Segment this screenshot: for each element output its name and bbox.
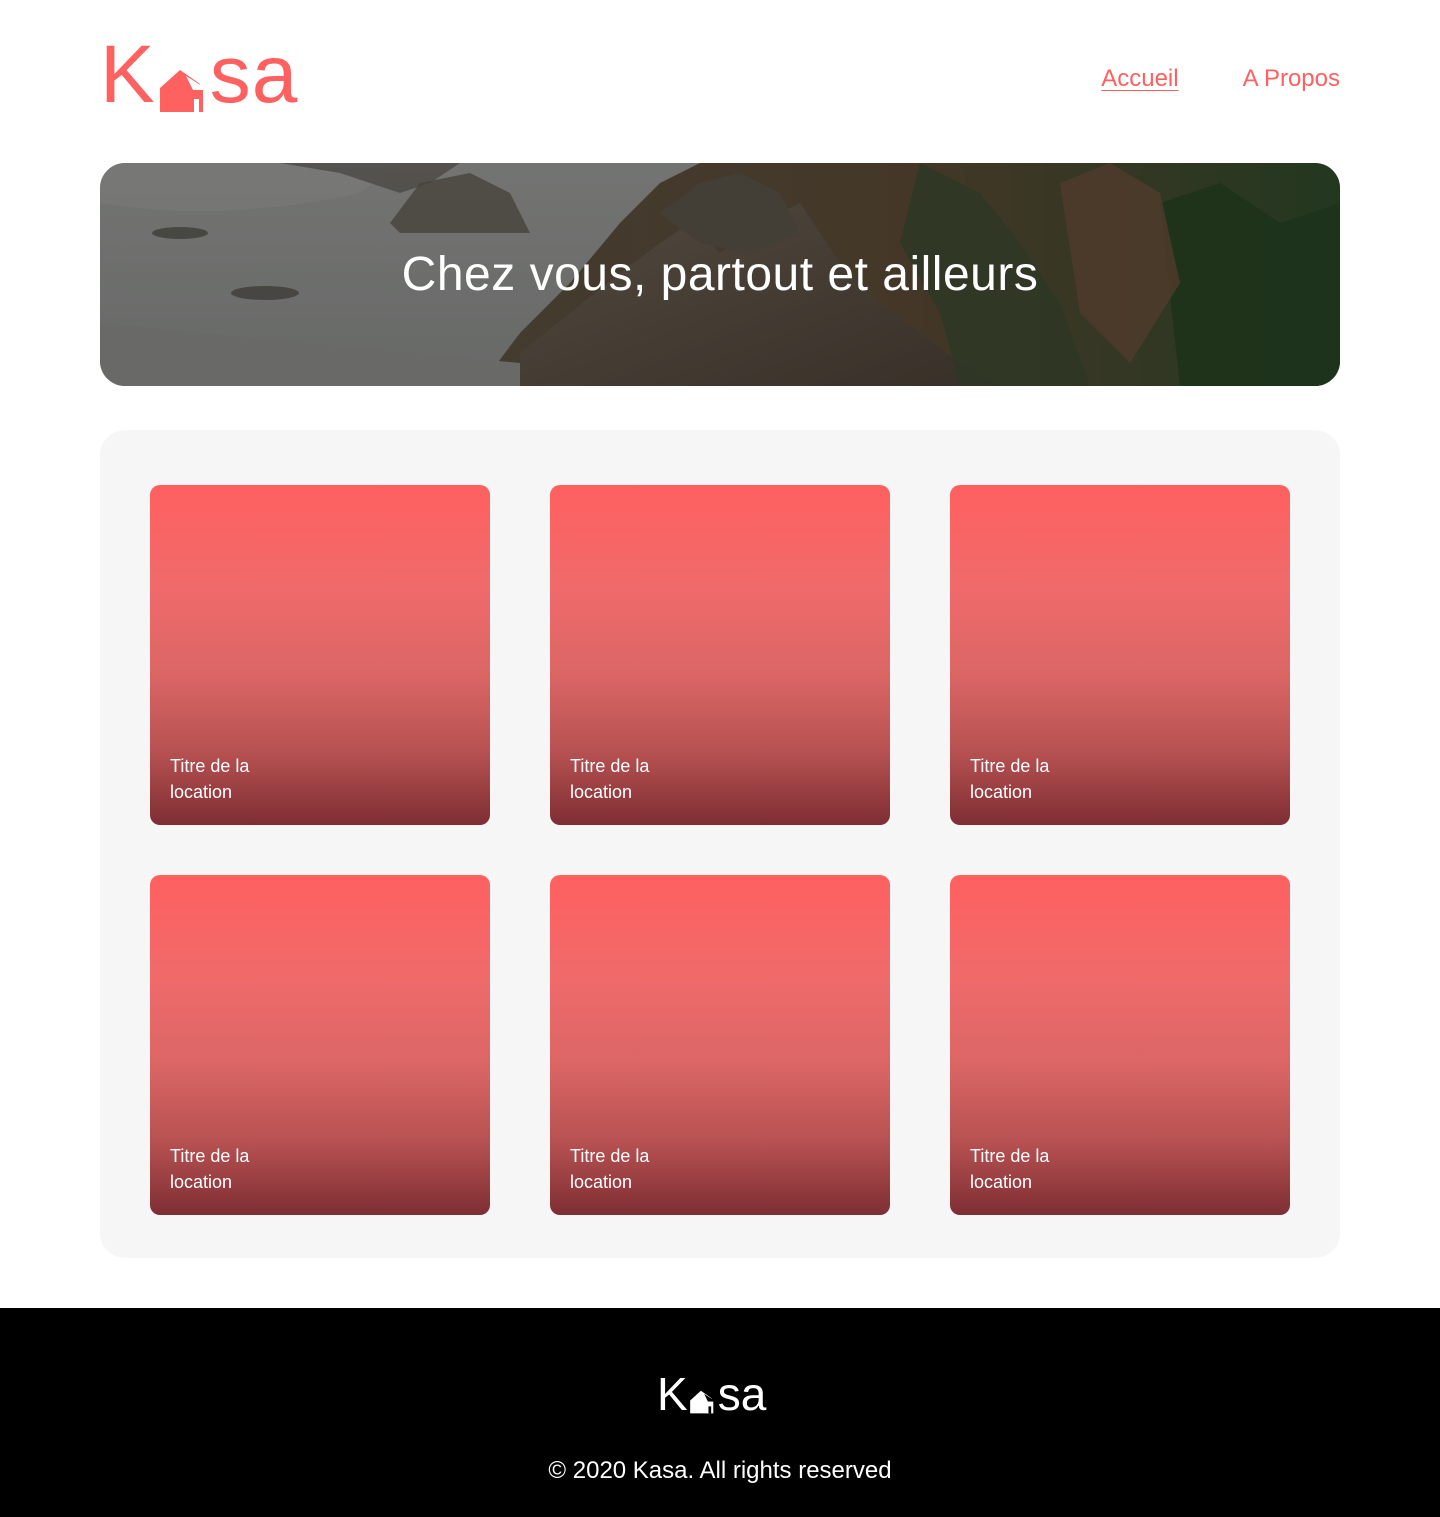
listing-card[interactable]: Titre de la location [150, 875, 490, 1215]
listings-gallery: Titre de la location Titre de la locatio… [100, 430, 1340, 1258]
listing-card-title: Titre de la location [570, 756, 650, 802]
footer-logo-letters-sa: sa [717, 1368, 767, 1420]
main-nav: Accueil A Propos [1101, 64, 1340, 94]
banner-title: Chez vous, partout et ailleurs [401, 248, 1039, 301]
listing-card[interactable]: Titre de la location [550, 485, 890, 825]
listing-card[interactable]: Titre de la location [950, 875, 1290, 1215]
hero-banner: Chez vous, partout et ailleurs [100, 163, 1340, 386]
kasa-logo[interactable]: K sa [100, 34, 315, 116]
listing-card-title: Titre de la location [970, 1146, 1050, 1192]
listing-card[interactable]: Titre de la location [550, 875, 890, 1215]
nav-link-about[interactable]: A Propos [1243, 64, 1340, 94]
listing-card[interactable]: Titre de la location [950, 485, 1290, 825]
listing-card-title: Titre de la location [170, 1146, 250, 1192]
logo-letters-sa: sa [209, 29, 299, 120]
header: K sa Accueil A Propos [100, 34, 1340, 120]
footer-kasa-logo: K sa [657, 1368, 783, 1420]
logo-letter-k: K [100, 29, 156, 120]
listing-card-title: Titre de la location [970, 756, 1050, 802]
listing-card-title: Titre de la location [170, 756, 250, 802]
house-icon [689, 1390, 713, 1414]
listing-card[interactable]: Titre de la location [150, 485, 490, 825]
listing-card-title: Titre de la location [570, 1146, 650, 1192]
house-icon [159, 70, 203, 112]
nav-link-home[interactable]: Accueil [1101, 64, 1178, 94]
copyright-text: © 2020 Kasa. All rights reserved [548, 1457, 892, 1484]
footer: K sa © 2020 Kasa. All rights reserved [0, 1308, 1440, 1517]
footer-logo-letter-k: K [657, 1368, 688, 1420]
